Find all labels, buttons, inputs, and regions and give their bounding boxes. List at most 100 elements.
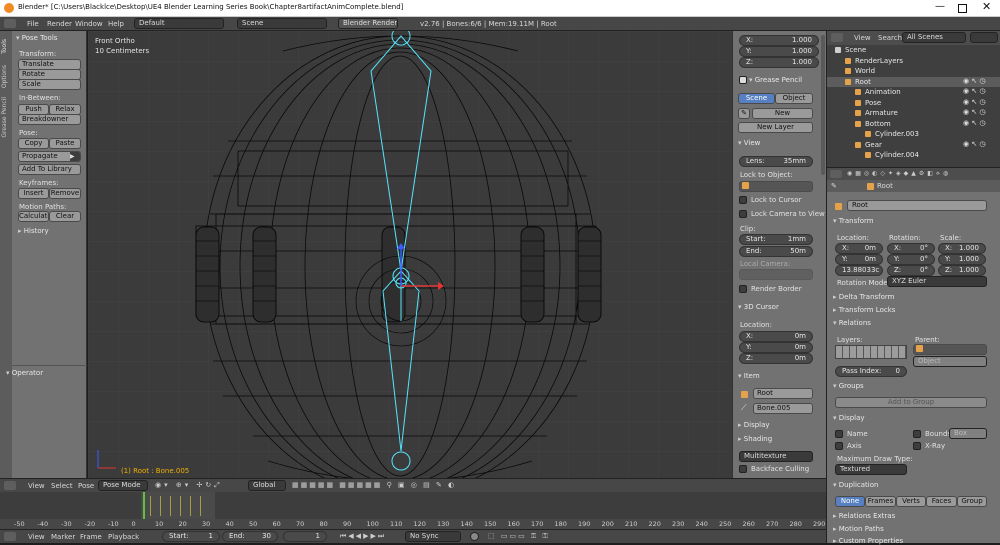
scale-x-field[interactable]: X: 1.000: [739, 35, 819, 46]
layers-grid[interactable]: [835, 345, 907, 359]
playback-controls[interactable]: ⏮◀◀▶▶⏭: [340, 532, 386, 541]
pose-tools-header[interactable]: Pose Tools: [16, 34, 58, 42]
gp-new-layer-button[interactable]: New Layer: [738, 122, 813, 133]
loc-y-field[interactable]: Y: 0m: [835, 254, 883, 265]
vp-menu-view[interactable]: View: [28, 482, 45, 490]
gp-brush-icon[interactable]: ✎: [738, 108, 750, 119]
outliner-row[interactable]: Scene: [827, 45, 1000, 55]
orientation-selector[interactable]: Global: [248, 480, 286, 491]
remove-keyframe-button[interactable]: Remove: [49, 188, 81, 199]
add-to-library-button[interactable]: Add To Library: [18, 164, 81, 175]
pass-index-field[interactable]: Pass Index: 0: [835, 366, 907, 377]
loc-z-field[interactable]: 13.88033c: [835, 265, 883, 276]
outliner-search-input[interactable]: [970, 32, 998, 43]
outliner-row[interactable]: Animation ◉ ↖ ◷: [827, 87, 1000, 97]
visibility-eye-icon[interactable]: ◉ ↖ ◷: [963, 108, 986, 116]
tl-menu-view[interactable]: View: [28, 533, 45, 541]
custom-properties-header[interactable]: Custom Properties: [833, 537, 903, 545]
rot-z-field[interactable]: Z: 0°: [887, 265, 935, 276]
transform-header[interactable]: Transform: [833, 217, 874, 225]
close-button[interactable]: ✕: [982, 0, 991, 13]
dup-verts-button[interactable]: Verts: [896, 496, 926, 507]
scale-z-field-props[interactable]: Z: 1.000: [938, 265, 986, 276]
n-panel-scrollbar[interactable]: [821, 35, 825, 175]
cursor-y-field[interactable]: Y: 0m: [739, 342, 813, 353]
sync-selector[interactable]: No Sync: [405, 531, 461, 542]
pin-icon[interactable]: ✎: [831, 182, 837, 190]
dup-frames-button[interactable]: Frames: [865, 496, 896, 507]
view-header[interactable]: View: [738, 139, 761, 147]
backface-culling-checkbox[interactable]: [739, 465, 747, 473]
dup-group-button[interactable]: Group: [957, 496, 987, 507]
layout-selector[interactable]: Default: [134, 18, 224, 29]
item-object-name[interactable]: Root: [753, 388, 813, 399]
properties-editor-icon[interactable]: [830, 170, 842, 178]
local-camera-field[interactable]: [739, 269, 813, 280]
scale-button[interactable]: Scale: [18, 79, 81, 90]
dup-faces-button[interactable]: Faces: [926, 496, 957, 507]
viewport-editor-icon[interactable]: [4, 481, 16, 490]
shading-header[interactable]: Shading: [738, 435, 772, 443]
relations-header[interactable]: Relations: [833, 319, 871, 327]
tl-menu-marker[interactable]: Marker: [51, 533, 75, 541]
outliner-row[interactable]: Cylinder.003: [827, 129, 1000, 139]
outliner-row[interactable]: Cylinder.004: [827, 150, 1000, 160]
context-tabs[interactable]: ◉▦◎◐◇✦◈◆▲⚙◧⟡◍: [847, 170, 951, 178]
scale-y-field[interactable]: Y: 1.000: [739, 46, 819, 57]
item-header[interactable]: Item: [738, 372, 760, 380]
outliner-row[interactable]: World: [827, 66, 1000, 76]
item-bone-name[interactable]: Bone.005: [753, 403, 813, 414]
scale-y-field-props[interactable]: Y: 1.000: [938, 254, 986, 265]
shading-mode-selector[interactable]: Multitexture: [739, 451, 813, 462]
viewport-shading-icons[interactable]: ◉▾ ⊕▾ ✢↻⤢: [155, 481, 223, 490]
xray-checkbox[interactable]: [913, 442, 921, 450]
outliner-row[interactable]: Pose ◉ ↖ ◷: [827, 98, 1000, 108]
current-frame-line[interactable]: [143, 492, 145, 519]
minimize-button[interactable]: —: [935, 1, 945, 12]
viewport-3d[interactable]: Front Ortho 10 Centimeters (1) Root : Bo…: [88, 31, 732, 478]
vp-menu-select[interactable]: Select: [51, 482, 73, 490]
gp-scene-button[interactable]: Scene: [738, 93, 775, 104]
outliner-menu-view[interactable]: View: [854, 34, 871, 42]
outliner-row[interactable]: Root ◉ ↖ ◷: [827, 76, 1000, 87]
loc-x-field[interactable]: X: 0m: [835, 243, 883, 254]
tab-tools[interactable]: Tools: [1, 39, 8, 54]
history-header[interactable]: History: [18, 227, 49, 235]
lock-object-field[interactable]: [739, 181, 813, 192]
relations-extras-header[interactable]: Relations Extras: [833, 512, 896, 520]
transform-locks-header[interactable]: Transform Locks: [833, 306, 896, 314]
rotation-mode-selector[interactable]: XYZ Euler: [887, 276, 987, 287]
tl-menu-frame[interactable]: Frame: [80, 533, 102, 541]
propagate-button[interactable]: Propagate ▶: [18, 151, 81, 162]
add-to-group-button[interactable]: Add to Group: [835, 397, 987, 408]
max-draw-selector[interactable]: Textured: [835, 464, 907, 475]
outliner-editor-icon[interactable]: [831, 33, 843, 42]
dup-none-button[interactable]: None: [835, 496, 865, 507]
parent-type-selector[interactable]: Object: [913, 356, 987, 367]
bounds-checkbox[interactable]: [913, 430, 921, 438]
outliner-row[interactable]: Bottom ◉ ↖ ◷: [827, 119, 1000, 129]
menu-render[interactable]: Render: [47, 20, 72, 28]
vp-menu-pose[interactable]: Pose: [78, 482, 94, 490]
lens-field[interactable]: Lens: 35mm: [739, 156, 813, 167]
menu-help[interactable]: Help: [108, 20, 124, 28]
tab-options[interactable]: Options: [1, 65, 8, 88]
breakdowner-button[interactable]: Breakdowner: [18, 114, 81, 125]
groups-header[interactable]: Groups: [833, 382, 864, 390]
visibility-eye-icon[interactable]: ◉ ↖ ◷: [963, 119, 986, 127]
editor-type-icon[interactable]: [4, 19, 16, 28]
visibility-eye-icon[interactable]: ◉ ↖ ◷: [963, 77, 986, 85]
scene-selector[interactable]: Scene: [237, 18, 327, 29]
rot-x-field[interactable]: X: 0°: [887, 243, 935, 254]
duplication-header[interactable]: Duplication: [833, 481, 879, 489]
visibility-eye-icon[interactable]: ◉ ↖ ◷: [963, 98, 986, 106]
insert-keyframe-button[interactable]: Insert: [18, 188, 49, 199]
mode-selector[interactable]: Pose Mode: [98, 480, 148, 491]
outliner-row[interactable]: Armature ◉ ↖ ◷: [827, 108, 1000, 118]
cursor-x-field[interactable]: X: 0m: [739, 331, 813, 342]
paste-pose-button[interactable]: Paste: [49, 138, 81, 149]
calculate-button[interactable]: Calculate: [18, 211, 49, 222]
delta-transform-header[interactable]: Delta Transform: [833, 293, 895, 301]
motion-paths-header[interactable]: Motion Paths: [833, 525, 884, 533]
timeline[interactable]: -50 -40 -30 -20 -10 0 10 20 30 40 50 60 70 80 90 100 110…: [0, 492, 826, 529]
